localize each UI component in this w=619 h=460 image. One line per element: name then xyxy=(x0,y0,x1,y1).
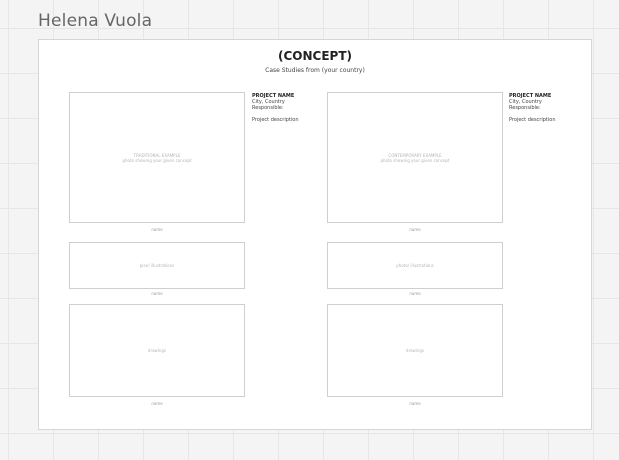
board-canvas[interactable]: (CONCEPT) Case Studies from (your countr… xyxy=(38,39,592,430)
photo-illustrations-frame[interactable]: photo/ illustrations xyxy=(327,242,503,289)
frame-placeholder-text: photo showing your given concept xyxy=(122,157,192,163)
frame-caption[interactable]: name xyxy=(69,291,245,296)
frame-caption[interactable]: name xyxy=(327,227,503,232)
owner-name: Helena Vuola xyxy=(38,11,153,31)
project-description: Project description xyxy=(252,117,299,123)
frame-caption[interactable]: name xyxy=(69,401,245,406)
frame-placeholder-text: plan/ illustrations xyxy=(139,263,175,268)
frame-caption[interactable]: name xyxy=(327,291,503,296)
frame-placeholder-text: photo/ illustrations xyxy=(396,263,434,268)
frame-placeholder-text: drawings xyxy=(147,348,167,353)
traditional-example-frame[interactable]: TRADITIONAL EXAMPLE photo showing your g… xyxy=(69,92,245,223)
plan-illustrations-frame[interactable]: plan/ illustrations xyxy=(69,242,245,289)
contemporary-example-frame[interactable]: CONTEMPORARY EXAMPLE photo showing your … xyxy=(327,92,503,223)
frame-placeholder-text: drawings xyxy=(405,348,425,353)
drawings-frame[interactable]: drawings xyxy=(327,304,503,397)
project-description: Project description xyxy=(509,117,556,123)
drawings-frame[interactable]: drawings xyxy=(69,304,245,397)
frame-caption[interactable]: name xyxy=(327,401,503,406)
project-info-right[interactable]: PROJECT NAME City, Country Responsible: … xyxy=(509,93,556,123)
frame-placeholder-text: photo showing your given concept xyxy=(380,157,450,163)
project-info-left[interactable]: PROJECT NAME City, Country Responsible: … xyxy=(252,93,299,123)
board-subtitle[interactable]: Case Studies from (your country) xyxy=(39,67,591,74)
frame-caption[interactable]: name xyxy=(69,227,245,232)
board-title[interactable]: (CONCEPT) xyxy=(39,49,591,63)
